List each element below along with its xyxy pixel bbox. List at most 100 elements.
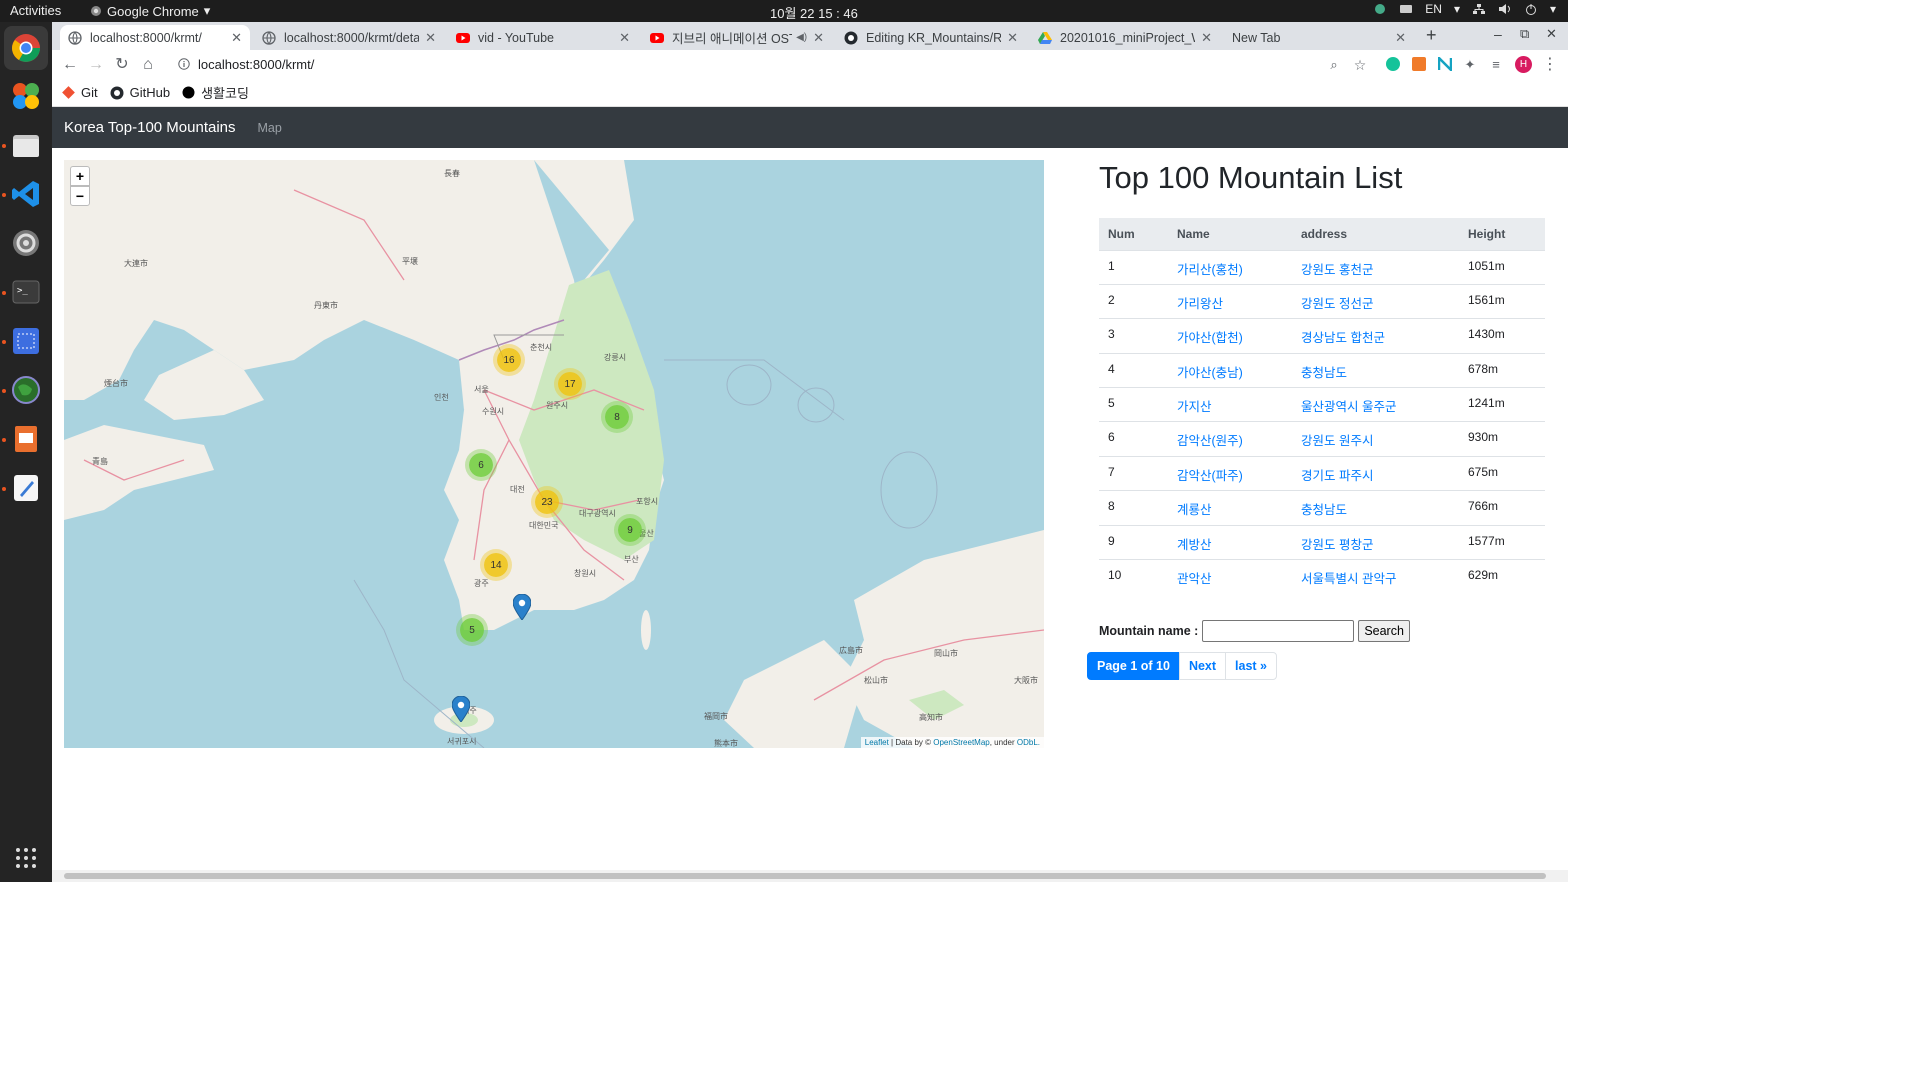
bookmark-opentutorials[interactable]: 생활코딩 <box>182 83 249 102</box>
marker-cluster[interactable]: 9 <box>618 518 642 542</box>
dock-screenshot[interactable] <box>4 319 48 363</box>
dock-files[interactable] <box>4 123 48 167</box>
tab-new-tab[interactable]: New Tab ✕ <box>1224 25 1414 50</box>
marker-cluster[interactable]: 16 <box>497 348 521 372</box>
close-icon[interactable]: ✕ <box>231 30 242 46</box>
site-brand[interactable]: Korea Top-100 Mountains <box>64 119 236 136</box>
marker-cluster[interactable]: 17 <box>558 372 582 396</box>
profile-avatar[interactable]: H <box>1515 56 1532 73</box>
grammarly-icon[interactable] <box>1386 57 1400 71</box>
close-icon[interactable]: ✕ <box>425 30 436 46</box>
bookmark-github[interactable]: GitHub <box>110 85 170 100</box>
odbl-link[interactable]: ODbL. <box>1017 738 1040 747</box>
git-icon <box>62 86 75 99</box>
speaker-icon[interactable]: ◀) <box>796 32 807 43</box>
tab-krmt[interactable]: localhost:8000/krmt/ ✕ <box>60 25 250 50</box>
mountain-name-link[interactable]: 관악산 <box>1168 559 1292 594</box>
dock-settings[interactable] <box>4 221 48 265</box>
marker-cluster[interactable]: 8 <box>605 405 629 429</box>
map-label: 平壌 <box>402 257 418 266</box>
zoom-out-button[interactable]: − <box>70 186 90 206</box>
close-icon[interactable]: ✕ <box>1395 30 1406 46</box>
mountain-address-link[interactable]: 서울특별시 관악구 <box>1292 559 1459 594</box>
dock-text-editor[interactable] <box>4 466 48 510</box>
mountain-address-link[interactable]: 강원도 원주시 <box>1292 421 1459 457</box>
mountain-address-link[interactable]: 충청남도 <box>1292 352 1459 388</box>
language-indicator[interactable]: EN <box>1425 2 1442 16</box>
dock-terminal[interactable]: >_ <box>4 270 48 314</box>
leaflet-link[interactable]: Leaflet <box>865 738 889 747</box>
tab-youtube-vid[interactable]: vid - YouTube ✕ <box>448 25 638 50</box>
zoom-icon[interactable]: ⌕ <box>1324 55 1344 75</box>
mountain-address-link[interactable]: 경상남도 합천군 <box>1292 318 1459 354</box>
system-tray[interactable]: EN ▾ ▾ <box>1373 2 1556 16</box>
mountain-name-link[interactable]: 가야산(합천) <box>1168 318 1292 354</box>
horizontal-scrollbar[interactable] <box>52 870 1568 882</box>
mountain-name-link[interactable]: 가야산(충남) <box>1168 352 1292 388</box>
tab-github-editing[interactable]: Editing KR_Mountains/RE ✕ <box>836 25 1026 50</box>
tab-youtube-ghibli[interactable]: 지브리 애니메이션 OST ◀) ✕ <box>642 25 832 50</box>
page-current[interactable]: Page 1 of 10 <box>1087 651 1180 680</box>
menu-kebab-icon[interactable]: ⋮ <box>1540 55 1560 75</box>
extension-n-icon[interactable] <box>1438 57 1452 71</box>
mountain-name-link[interactable]: 가지산 <box>1168 387 1292 422</box>
mountain-address-link[interactable]: 충청남도 <box>1292 490 1459 526</box>
marker-cluster[interactable]: 14 <box>484 553 508 577</box>
marker-cluster[interactable]: 5 <box>460 618 484 642</box>
zoom-in-button[interactable]: + <box>70 166 90 186</box>
new-tab-button[interactable]: + <box>1426 25 1437 46</box>
map-marker-icon[interactable] <box>513 594 531 620</box>
dock-impress[interactable] <box>4 417 48 461</box>
address-bar[interactable]: localhost:8000/krmt/ <box>168 52 1378 76</box>
mountain-name-link[interactable]: 계룡산 <box>1168 490 1292 526</box>
page-last-link[interactable]: last » <box>1225 651 1278 680</box>
page-next-link[interactable]: Next <box>1178 651 1227 680</box>
mountain-name-input[interactable] <box>1202 619 1355 642</box>
tab-drive[interactable]: 20201016_miniProject_W ✕ <box>1030 25 1220 50</box>
dock-vscode[interactable] <box>4 172 48 216</box>
bookmark-star-icon[interactable]: ☆ <box>1350 55 1370 75</box>
mountain-name-link[interactable]: 감악산(원주) <box>1168 421 1292 457</box>
home-button[interactable]: ⌂ <box>138 55 158 75</box>
nav-link-map[interactable]: Map <box>258 121 282 135</box>
mountain-address-link[interactable]: 울산광역시 울주군 <box>1292 387 1459 422</box>
close-icon[interactable]: ✕ <box>619 30 630 46</box>
close-window-button[interactable]: ✕ <box>1546 26 1557 42</box>
show-apps-button[interactable] <box>4 836 48 880</box>
activities-button[interactable]: Activities <box>10 3 61 18</box>
dock-chrome[interactable] <box>4 26 48 70</box>
media-control-icon[interactable]: ≡ <box>1486 55 1506 75</box>
clock[interactable]: 10월 22 15 : 46 <box>770 3 858 22</box>
close-icon[interactable]: ✕ <box>1201 30 1212 46</box>
extension-orange-icon[interactable] <box>1412 57 1426 71</box>
mountain-name-link[interactable]: 가리산(홍천) <box>1168 249 1292 285</box>
close-icon[interactable]: ✕ <box>1007 30 1018 46</box>
minimize-button[interactable]: – <box>1494 26 1502 42</box>
mountain-name-link[interactable]: 계방산 <box>1168 524 1292 560</box>
back-button[interactable]: ← <box>60 55 80 75</box>
close-icon[interactable]: ✕ <box>813 30 824 46</box>
dock-globe-app[interactable] <box>4 368 48 412</box>
scrollbar-thumb[interactable] <box>64 873 1546 879</box>
app-menu[interactable]: Google Chrome ▾ <box>90 3 210 19</box>
extensions-puzzle-icon[interactable]: ✦ <box>1460 55 1480 75</box>
search-button[interactable]: Search <box>1358 619 1410 642</box>
map-marker-icon[interactable] <box>452 696 470 722</box>
reload-button[interactable]: ↻ <box>112 55 132 75</box>
marker-cluster[interactable]: 23 <box>535 490 559 514</box>
mountain-address-link[interactable]: 강원도 평창군 <box>1292 524 1459 560</box>
mountain-name-link[interactable]: 감악산(파주) <box>1168 455 1292 491</box>
dock-photos[interactable] <box>4 74 48 118</box>
mountain-name-link[interactable]: 가리왕산 <box>1168 283 1292 319</box>
osm-link[interactable]: OpenStreetMap <box>933 738 989 747</box>
leaflet-map[interactable]: 서울 인천 수원시 대전 대구광역시 부산 포항시 광주 울산 창원시 제주 서… <box>64 160 1044 748</box>
table-row: 5 가지산 울산광역시 울주군 1241m <box>1099 387 1545 422</box>
mountain-address-link[interactable]: 강원도 홍천군 <box>1292 249 1459 285</box>
tab-krmt-detail[interactable]: localhost:8000/krmt/deta ✕ <box>254 25 444 50</box>
bookmark-git[interactable]: Git <box>62 85 98 100</box>
marker-cluster[interactable]: 6 <box>469 453 493 477</box>
forward-button[interactable]: → <box>86 55 106 75</box>
mountain-address-link[interactable]: 강원도 정선군 <box>1292 283 1459 319</box>
restore-button[interactable]: ⧉ <box>1520 26 1529 42</box>
mountain-address-link[interactable]: 경기도 파주시 <box>1292 455 1459 491</box>
